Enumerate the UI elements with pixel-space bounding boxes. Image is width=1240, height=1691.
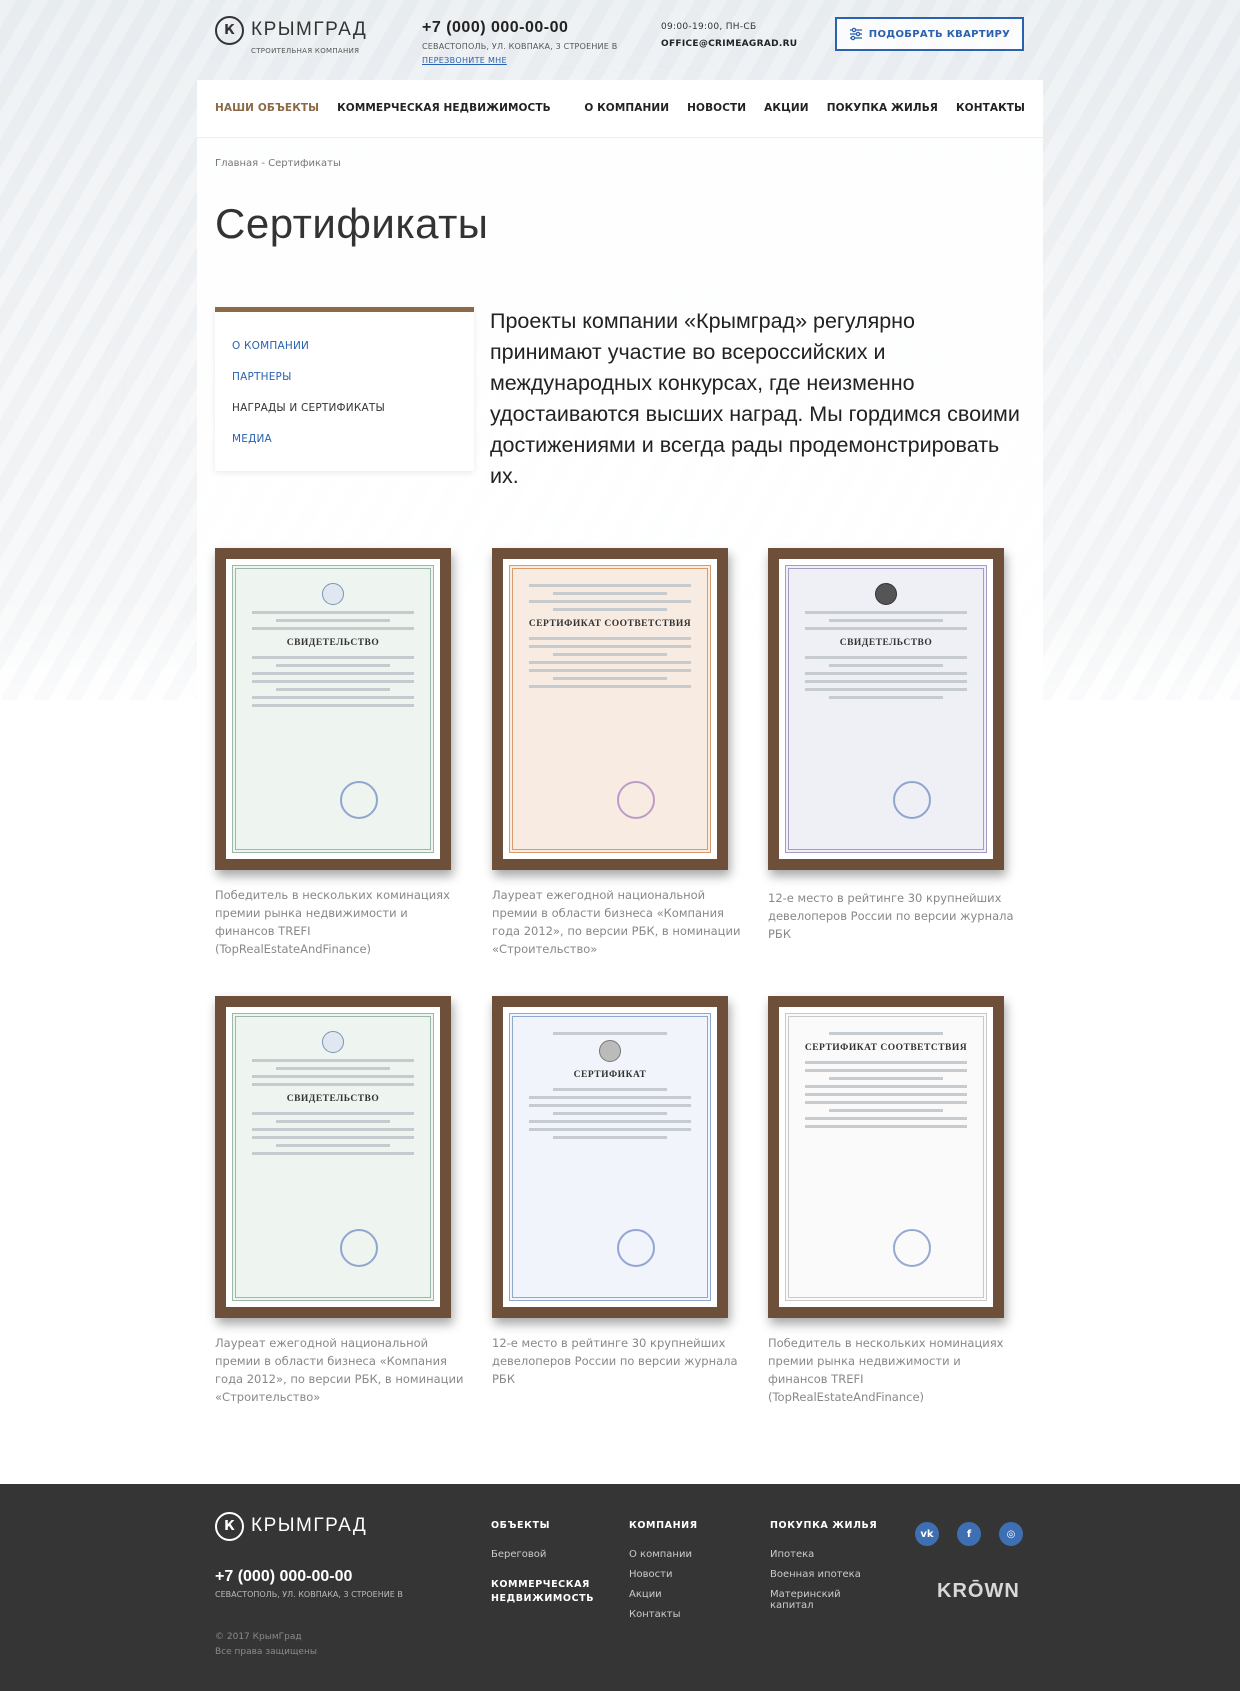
header-hours: 09:00-19:00, ПН-СБ [661, 22, 757, 32]
nav-item-promotions[interactable]: АКЦИИ [764, 102, 809, 114]
filter-sliders-icon [849, 27, 862, 41]
footer-col-purchase: ПОКУПКА ЖИЛЬЯ Ипотека Военная ипотека Ма… [770, 1520, 877, 1620]
certificate-caption: Победитель в нескольких коминациях преми… [215, 888, 450, 956]
footer-link-maternity-capital[interactable]: Материнский капитал [770, 1589, 860, 1611]
certificate-heading: СВИДЕТЕЛЬСТВО [286, 638, 380, 648]
certificate-frame[interactable]: СЕРТИФИКАТ СООТВЕТСТВИЯ [768, 996, 1004, 1318]
footer-col-objects: ОБЪЕКТЫ Береговой КОММЕРЧЕСКАЯ НЕДВИЖИМО… [491, 1520, 611, 1624]
breadcrumb[interactable]: Главная - Сертификаты [215, 158, 341, 169]
stamp-icon [893, 781, 931, 819]
intro-text: Проекты компании «Крымград» регулярно пр… [490, 309, 1020, 488]
certificate-card[interactable]: СЕРТИФИКАТ 12-е место в рейтинге 30 круп… [492, 996, 742, 1388]
certificate-image: СВИДЕТЕЛЬСТВО [232, 565, 434, 853]
stamp-icon [617, 781, 655, 819]
footer-link-news[interactable]: Новости [629, 1569, 698, 1580]
certificate-heading: СЕРТИФИКАТ [573, 1070, 647, 1080]
rights-text: Все права защищены [215, 1647, 317, 1657]
certificate-card[interactable]: СВИДЕТЕЛЬСТВО Победитель в нескольких ко… [215, 548, 465, 958]
stamp-icon [340, 1229, 378, 1267]
footer-link-mortgage[interactable]: Ипотека [770, 1549, 877, 1560]
header-address: СЕВАСТОПОЛЬ, УЛ. КОВПАКА, 3 СТРОЕНИЕ В [422, 42, 618, 51]
certificate-frame[interactable]: СВИДЕТЕЛЬСТВО [215, 996, 451, 1318]
nav-item-about[interactable]: О КОМПАНИИ [584, 102, 669, 114]
footer-col-company: КОМПАНИЯ О компании Новости Акции Контак… [629, 1520, 698, 1629]
main-content: Главная - Сертификаты Сертификаты О КОМП… [197, 138, 1043, 1484]
nav-item-contacts[interactable]: КОНТАКТЫ [956, 102, 1025, 114]
footer-col-title: ПОКУПКА ЖИЛЬЯ [770, 1520, 878, 1531]
certificate-image: СЕРТИФИКАТ СООТВЕТСТВИЯ [509, 565, 711, 853]
callback-link[interactable]: ПЕРЕЗВОНИТЕ МНЕ [422, 56, 507, 65]
certificate-caption: 12-е место в рейтинге 30 крупнейших деве… [768, 891, 1014, 941]
krown-logo[interactable]: KRŌWN [937, 1580, 1020, 1603]
logo-subtitle: СТРОИТЕЛЬНАЯ КОМПАНИЯ [251, 47, 360, 55]
certificate-image: СВИДЕТЕЛЬСТВО [785, 565, 987, 853]
logo[interactable]: К КРЫМГРАД СТРОИТЕЛЬНАЯ КОМПАНИЯ [215, 16, 375, 58]
certificate-frame[interactable]: СЕРТИФИКАТ [492, 996, 728, 1318]
social-links: vk f ◎ [915, 1522, 1023, 1546]
find-apartment-button[interactable]: ПОДОБРАТЬ КВАРТИРУ [835, 17, 1024, 51]
certificate-heading: СЕРТИФИКАТ СООТВЕТСТВИЯ [804, 1043, 968, 1053]
footer: К КРЫМГРАД +7 (000) 000-00-00 СЕВАСТОПОЛ… [0, 1484, 1240, 1691]
nav-item-commercial[interactable]: КОММЕРЧЕСКАЯ НЕДВИЖИМОСТЬ [337, 102, 551, 114]
certificate-caption: Лауреат ежегодной национальной премии в … [215, 1336, 464, 1404]
certificate-card[interactable]: СВИДЕТЕЛЬСТВО Лауреат ежегодной национал… [215, 996, 465, 1406]
side-menu-item-awards[interactable]: НАГРАДЫ И СЕРТИФИКАТЫ [232, 402, 474, 433]
main-nav: НАШИ ОБЪЕКТЫ КОММЕРЧЕСКАЯ НЕДВИЖИМОСТЬ О… [197, 80, 1043, 138]
instagram-icon[interactable]: ◎ [999, 1522, 1023, 1546]
logo-mark-icon: К [215, 16, 244, 45]
footer-link-military-mortgage[interactable]: Военная ипотека [770, 1569, 877, 1580]
header: К КРЫМГРАД СТРОИТЕЛЬНАЯ КОМПАНИЯ +7 (000… [197, 0, 1043, 80]
logo-mark-icon: К [215, 1512, 244, 1541]
stamp-icon [340, 781, 378, 819]
certificate-image: СВИДЕТЕЛЬСТВО [232, 1013, 434, 1301]
footer-link-beregovoy[interactable]: Береговой [491, 1549, 611, 1560]
stamp-icon [893, 1229, 931, 1267]
footer-link-commercial[interactable]: КОММЕРЧЕСКАЯ НЕДВИЖИМОСТЬ [491, 1578, 611, 1606]
certificate-image: СЕРТИФИКАТ СООТВЕТСТВИЯ [785, 1013, 987, 1301]
certificate-caption: 12-е место в рейтинге 30 крупнейших деве… [492, 1336, 738, 1386]
certificate-heading: СЕРТИФИКАТ СООТВЕТСТВИЯ [528, 619, 692, 629]
side-menu-item-about[interactable]: О КОМПАНИИ [232, 340, 474, 371]
footer-address: СЕВАСТОПОЛЬ, УЛ. КОВПАКА, 3 СТРОЕНИЕ В [215, 1590, 403, 1599]
footer-copyright: © 2017 КрымГрад Все права защищены [215, 1630, 317, 1660]
footer-link-contacts[interactable]: Контакты [629, 1609, 698, 1620]
header-email[interactable]: OFFICE@CRIMEAGRAD.RU [661, 39, 797, 49]
logo-name: КРЫМГРАД [251, 19, 368, 40]
certificate-frame[interactable]: СВИДЕТЕЛЬСТВО [215, 548, 451, 870]
certificate-image: СЕРТИФИКАТ [509, 1013, 711, 1301]
side-menu: О КОМПАНИИ ПАРТНЕРЫ НАГРАДЫ И СЕРТИФИКАТ… [215, 307, 474, 471]
header-phone[interactable]: +7 (000) 000-00-00 [422, 19, 568, 37]
nav-item-news[interactable]: НОВОСТИ [687, 102, 746, 114]
side-menu-item-media[interactable]: МЕДИА [232, 433, 474, 464]
certificate-caption: Лауреат ежегодной национальной премии в … [492, 888, 741, 956]
certificate-frame[interactable]: СВИДЕТЕЛЬСТВО [768, 548, 1004, 870]
footer-link-about[interactable]: О компании [629, 1549, 698, 1560]
certificate-card[interactable]: СЕРТИФИКАТ СООТВЕТСТВИЯ Лауреат ежегодно… [492, 548, 742, 958]
nav-item-purchase[interactable]: ПОКУПКА ЖИЛЬЯ [827, 102, 938, 114]
stamp-icon [617, 1229, 655, 1267]
footer-logo[interactable]: К КРЫМГРАД [215, 1512, 375, 1554]
footer-phone[interactable]: +7 (000) 000-00-00 [215, 1568, 352, 1586]
certificate-card[interactable]: СЕРТИФИКАТ СООТВЕТСТВИЯ Победитель в нес… [768, 996, 1018, 1406]
page-title: Сертификаты [215, 200, 489, 247]
vk-icon[interactable]: vk [915, 1522, 939, 1546]
certificate-frame[interactable]: СЕРТИФИКАТ СООТВЕТСТВИЯ [492, 548, 728, 870]
certificate-caption: Победитель в нескольких номинациях преми… [768, 1336, 1004, 1404]
certificate-card[interactable]: СВИДЕТЕЛЬСТВО 12-е место в рейтинге 30 к… [768, 548, 1018, 943]
certificate-heading: СВИДЕТЕЛЬСТВО [286, 1094, 380, 1104]
find-apartment-label: ПОДОБРАТЬ КВАРТИРУ [868, 28, 1011, 40]
copyright-text: © 2017 КрымГрад [215, 1632, 302, 1642]
footer-link-promotions[interactable]: Акции [629, 1589, 698, 1600]
side-menu-item-partners[interactable]: ПАРТНЕРЫ [232, 371, 474, 402]
facebook-icon[interactable]: f [957, 1522, 981, 1546]
nav-item-our-objects[interactable]: НАШИ ОБЪЕКТЫ [215, 102, 319, 114]
certificate-heading: СВИДЕТЕЛЬСТВО [839, 638, 933, 648]
logo-name: КРЫМГРАД [251, 1515, 368, 1536]
footer-col-title: ОБЪЕКТЫ [491, 1520, 551, 1531]
footer-col-title: КОМПАНИЯ [629, 1520, 698, 1531]
